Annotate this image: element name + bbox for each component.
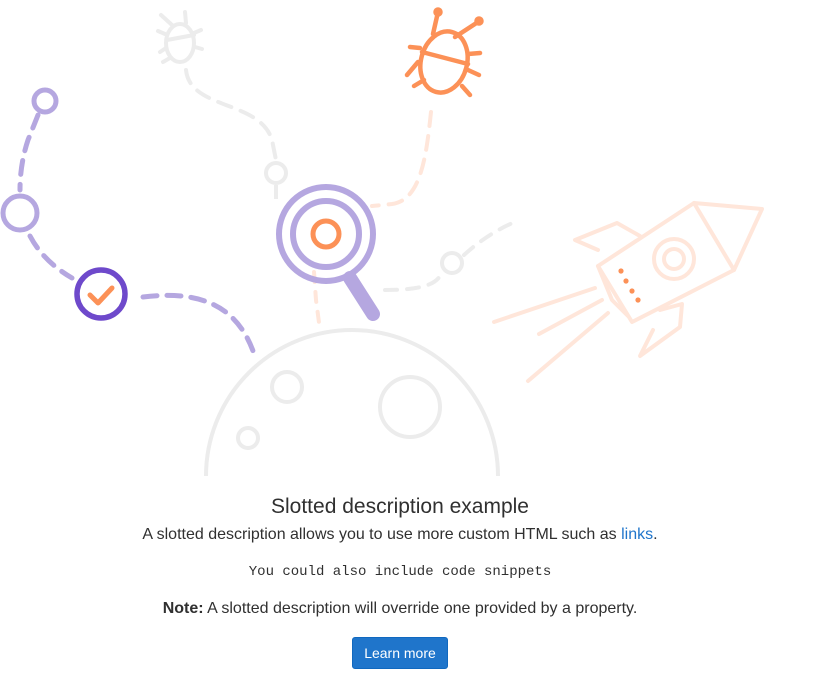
empty-state-title: Slotted description example <box>271 495 529 518</box>
note-text: Note: A slotted description will overrid… <box>0 598 800 620</box>
path-line <box>17 112 41 193</box>
node-icon <box>31 87 59 115</box>
planet-graphic <box>204 328 500 477</box>
magnifier-icon <box>276 184 380 321</box>
path-line <box>140 292 259 363</box>
empty-state-description: A slotted description allows you to use … <box>0 524 800 546</box>
path-line <box>370 110 433 208</box>
faded-bug-icon <box>156 10 204 64</box>
faded-node-icon <box>440 251 464 275</box>
description-suffix: . <box>653 526 658 543</box>
empty-state-actions: Learn more <box>0 637 800 669</box>
note-body: A slotted description will override one … <box>203 600 638 617</box>
description-text: A slotted description allows you to use … <box>142 526 622 543</box>
rocket-icon <box>492 201 764 383</box>
code-snippet: You could also include code snippets <box>248 564 552 580</box>
empty-state: Slotted description example A slotted de… <box>0 0 815 696</box>
empty-state-content: Slotted description example A slotted de… <box>0 492 800 669</box>
faded-node-icon <box>264 161 288 185</box>
rocket-dots <box>618 268 641 303</box>
faded-path-line <box>184 68 278 162</box>
node-icon <box>0 193 40 233</box>
empty-search-illustration <box>0 7 764 477</box>
learn-more-button[interactable]: Learn more <box>352 637 448 669</box>
bug-icon <box>404 7 484 98</box>
description-link[interactable]: links <box>621 526 653 543</box>
faded-path-line <box>383 268 444 292</box>
note-label: Note: <box>162 600 204 617</box>
path-line <box>27 233 75 281</box>
faded-path-line <box>462 220 517 257</box>
check-badge-icon <box>74 267 128 321</box>
